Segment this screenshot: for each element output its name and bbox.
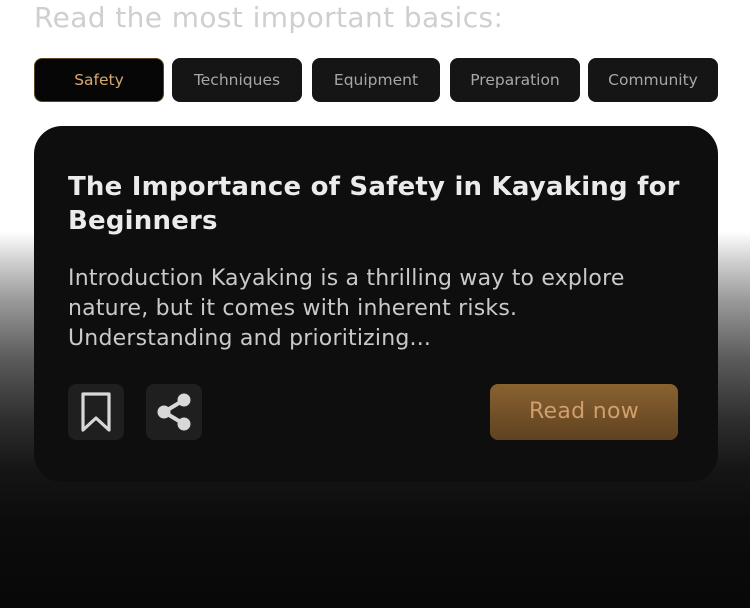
tab-techniques[interactable]: Techniques [172,58,302,102]
tab-equipment[interactable]: Equipment [312,58,440,102]
bookmark-button[interactable] [68,384,124,440]
article-card: The Importance of Safety in Kayaking for… [34,126,718,482]
category-tabs: Safety Techniques Equipment Preparation … [34,58,718,102]
tab-safety[interactable]: Safety [34,58,164,102]
share-icon [157,393,191,431]
section-heading: Read the most important basics: [34,1,504,34]
share-button[interactable] [146,384,202,440]
tab-preparation[interactable]: Preparation [450,58,580,102]
article-title: The Importance of Safety in Kayaking for… [68,172,680,236]
read-now-button[interactable]: Read now [490,384,678,440]
bookmark-icon [81,392,111,432]
tab-community[interactable]: Community [588,58,718,102]
article-excerpt: Introduction Kayaking is a thrilling way… [68,266,625,351]
